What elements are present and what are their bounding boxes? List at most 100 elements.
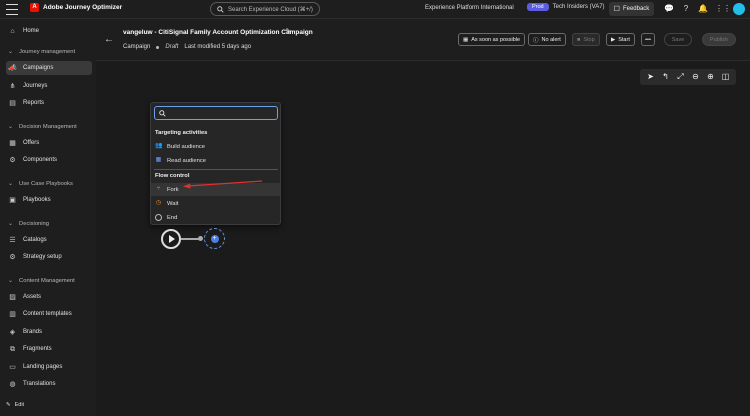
section-label: Decisioning — [19, 220, 49, 227]
home-icon: ⌂ — [10, 27, 15, 35]
back-arrow-icon[interactable]: ← — [104, 34, 114, 45]
sidebar-item-home[interactable]: ⌂ Home — [6, 24, 92, 38]
offer-icon: ▦ — [9, 139, 16, 147]
activity-wait[interactable]: ◷ Wait — [151, 197, 280, 210]
help-icon[interactable]: ? — [681, 4, 691, 14]
search-placeholder: Search Experience Cloud (⌘+/) — [228, 6, 313, 13]
zoom-in-icon[interactable]: ⊕ — [706, 72, 716, 82]
alert-button[interactable]: ⓘ No alert — [528, 33, 566, 46]
sandbox-name: Tech Insiders (VA7) — [552, 4, 605, 10]
edit-label: Edit — [14, 402, 25, 408]
reroute-icon[interactable]: ↰ — [661, 72, 671, 82]
playbook-icon: ▣ — [9, 196, 16, 204]
sidebar-item-translations[interactable]: ◍ Translations — [6, 377, 92, 391]
sandbox-switcher[interactable]: Prod Tech Insiders (VA7) — [527, 3, 605, 11]
sidebar-item-brands[interactable]: ◈ Brands — [6, 325, 92, 339]
campaign-meta: Campaign Draft Last modified 5 days ago — [123, 44, 251, 50]
schedule-button[interactable]: ▦ As soon as possible — [458, 33, 526, 46]
zoom-out-icon[interactable]: ⊖ — [691, 72, 701, 82]
top-icons: 💬 ? 🔔 ⋮⋮ — [664, 4, 731, 14]
prod-badge: Prod — [527, 3, 549, 11]
catalog-icon: ☰ — [9, 236, 16, 244]
save-button[interactable]: Save — [664, 33, 692, 46]
sidebar-item-label: Campaigns — [23, 65, 54, 71]
activity-label: Build audience — [167, 143, 206, 150]
edit-nav-button[interactable]: ✎ Edit — [6, 402, 24, 408]
start-node[interactable] — [161, 229, 181, 249]
start-button[interactable]: ▶ Start — [606, 33, 635, 46]
org-switcher[interactable]: Experience Platform International — [425, 5, 514, 11]
chevron-down-icon: ⌄ — [8, 49, 14, 55]
pointer-icon[interactable]: ➤ — [646, 72, 656, 82]
more-button[interactable]: ••• — [641, 33, 655, 46]
sidebar-item-label: Landing pages — [23, 364, 63, 370]
sidebar-item-campaigns[interactable]: 📣 Campaigns — [6, 61, 92, 75]
pencil-icon: ✎ — [6, 402, 11, 408]
components-icon: ⚙ — [9, 156, 16, 164]
sidebar-item-content-templates[interactable]: ▥ Content templates — [6, 307, 92, 321]
section-content-management[interactable]: ⌄ Content Management — [8, 277, 75, 285]
sidebar-item-journeys[interactable]: ⋔ Journeys — [6, 79, 92, 93]
publish-button[interactable]: Publish — [702, 33, 736, 46]
section-decision-management[interactable]: ⌄ Decision Management — [8, 123, 77, 131]
activity-read-audience[interactable]: ▦ Read audience — [151, 154, 280, 167]
global-search-input[interactable]: Search Experience Cloud (⌘+/) — [210, 2, 320, 16]
top-bar: A Adobe Journey Optimizer Search Experie… — [0, 0, 750, 19]
publish-label: Publish — [709, 36, 729, 43]
chevron-down-icon: ⌄ — [8, 124, 14, 130]
sidebar-item-playbooks[interactable]: ▣ Playbooks — [6, 193, 92, 207]
start-label: Start — [618, 36, 630, 43]
activity-build-audience[interactable]: 👥 Build audience — [151, 140, 280, 153]
targeting-heading: Targeting activities — [155, 130, 208, 136]
apps-grid-icon[interactable]: ⋮⋮ — [715, 4, 731, 14]
journey-icon: ⋔ — [9, 82, 16, 90]
campaign-icon: 📣 — [8, 64, 17, 72]
add-activity-node[interactable]: + — [204, 228, 225, 249]
clock-icon: ◷ — [155, 200, 162, 206]
app-name: Adobe Journey Optimizer — [43, 4, 123, 11]
campaign-header: ← vangeluw - CitiSignal Family Account O… — [96, 19, 750, 61]
sidebar-item-landing-pages[interactable]: ▭ Landing pages — [6, 360, 92, 374]
read-audience-icon: ▦ — [155, 157, 162, 163]
section-use-case-playbooks[interactable]: ⌄ Use Case Playbooks — [8, 180, 73, 188]
calendar-icon: ▦ — [463, 36, 469, 43]
stop-button[interactable]: ■ Stop — [572, 33, 600, 46]
connector-dot — [198, 236, 203, 241]
sidebar-item-label: Catalogs — [23, 237, 47, 243]
activity-picker-popover: Targeting activities 👥 Build audience ▦ Re… — [150, 102, 281, 225]
asset-icon: ▨ — [9, 293, 16, 301]
sidebar-item-assets[interactable]: ▨ Assets — [6, 290, 92, 304]
activity-end[interactable]: End — [151, 211, 280, 224]
edit-title-icon[interactable]: ✎ — [285, 27, 292, 36]
last-modified: Last modified 5 days ago — [184, 44, 252, 50]
activity-label: Wait — [167, 200, 179, 207]
build-audience-icon: 👥 — [155, 143, 163, 149]
sidebar-item-label: Reports — [23, 100, 45, 106]
save-label: Save — [671, 36, 685, 43]
section-decisioning[interactable]: ⌄ Decisioning — [8, 220, 49, 228]
landing-page-icon: ▭ — [9, 363, 16, 371]
plus-icon: + — [210, 234, 219, 243]
bell-icon[interactable]: 🔔 — [698, 4, 708, 14]
play-icon — [169, 235, 175, 243]
hamburger-menu-icon[interactable] — [6, 4, 18, 15]
app-brand[interactable]: A Adobe Journey Optimizer — [30, 3, 122, 12]
panel-toggle-icon[interactable]: ◫ — [721, 72, 731, 82]
sidebar-item-strategy-setup[interactable]: ⚙ Strategy setup — [6, 250, 92, 264]
sidebar-item-label: Fragments — [23, 346, 52, 352]
activity-search-input[interactable] — [154, 106, 278, 120]
sidebar-item-catalogs[interactable]: ☰ Catalogs — [6, 233, 92, 247]
sidebar-item-reports[interactable]: ▤ Reports — [6, 96, 92, 110]
sidebar-item-label: Playbooks — [23, 197, 51, 203]
section-journey-management[interactable]: ⌄ Journey management — [8, 48, 75, 56]
chat-icon[interactable]: 💬 — [664, 4, 674, 14]
sidebar-item-fragments[interactable]: ⧉ Fragments — [6, 342, 92, 356]
sidebar-item-offers[interactable]: ▦ Offers — [6, 136, 92, 150]
alert-icon: ⓘ — [533, 37, 539, 44]
feedback-button[interactable]: ☐ Feedback — [609, 2, 654, 16]
avatar[interactable] — [733, 3, 745, 15]
canvas-toolbar: ➤ ↰ ⤢ ⊖ ⊕ ◫ — [640, 69, 736, 85]
fit-view-icon[interactable]: ⤢ — [676, 72, 686, 82]
sidebar-item-components[interactable]: ⚙ Components — [6, 153, 92, 167]
play-icon: ▶ — [611, 36, 616, 43]
